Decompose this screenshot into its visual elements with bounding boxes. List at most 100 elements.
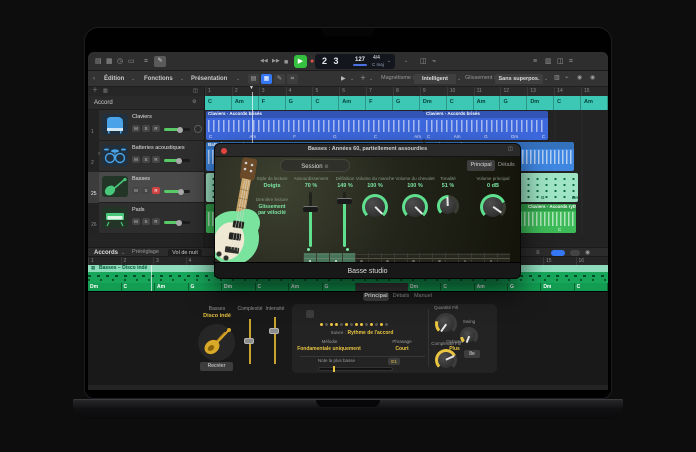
pencil-tool-button[interactable]: ✎ bbox=[154, 56, 166, 67]
chord-cell[interactable]: Dm bbox=[420, 96, 447, 110]
editor-mode-toggle2[interactable] bbox=[570, 250, 580, 256]
chord-cell[interactable]: G bbox=[508, 283, 541, 291]
chord-cell[interactable]: C bbox=[312, 96, 339, 110]
editor-chords-a[interactable]: DmCAmGDmCAmG bbox=[88, 283, 356, 291]
complexity-slider-knob[interactable] bbox=[244, 338, 254, 344]
chord-cell[interactable]: F bbox=[259, 96, 286, 110]
chord-cell[interactable]: G bbox=[323, 283, 357, 291]
record-enable-button[interactable]: R bbox=[152, 218, 160, 225]
vertical-zoom-icon[interactable]: ⌁ bbox=[565, 75, 569, 81]
view-regions-button[interactable]: ▤ bbox=[248, 74, 259, 84]
lcd-chevron-icon[interactable]: ⌄ bbox=[387, 59, 391, 64]
track-row-claviers[interactable]: 1 Claviers M S R bbox=[88, 110, 205, 141]
chord-cell[interactable]: Am bbox=[339, 96, 366, 110]
mute-button[interactable]: M bbox=[132, 187, 140, 194]
pan-knob[interactable] bbox=[194, 125, 202, 133]
lcd-mode-icon[interactable]: ⌄ bbox=[404, 59, 408, 64]
editor-chords-b[interactable]: DmCAmGDmC bbox=[408, 283, 608, 291]
preset-selector[interactable]: Session ⚙ bbox=[280, 159, 350, 172]
muting-slider[interactable] bbox=[309, 192, 312, 247]
chord-cell[interactable]: Dm bbox=[541, 283, 574, 291]
solo-button[interactable]: S bbox=[142, 187, 150, 194]
record-button[interactable]: ● bbox=[310, 58, 314, 65]
mute-button[interactable]: M bbox=[132, 156, 140, 163]
chord-cell[interactable]: Am bbox=[232, 96, 259, 110]
volume-knob[interactable] bbox=[178, 189, 184, 195]
neck-volume-knob[interactable] bbox=[362, 194, 388, 220]
back-button[interactable]: ‹ bbox=[93, 76, 95, 82]
lowest-note-slider[interactable] bbox=[318, 367, 393, 371]
intensity-slider-knob[interactable] bbox=[269, 328, 279, 334]
chord-cell[interactable]: Dm bbox=[408, 283, 441, 291]
gear-icon[interactable]: ⚙ bbox=[324, 164, 328, 170]
solo-button[interactable]: S bbox=[142, 218, 150, 225]
filter-tracks-icon[interactable]: ▥ bbox=[103, 89, 108, 94]
count-in-icon[interactable]: ◫ bbox=[420, 58, 427, 65]
editor-playhead[interactable] bbox=[151, 265, 152, 291]
chord-cell[interactable]: C bbox=[441, 283, 474, 291]
phrasing-select[interactable]: Court bbox=[382, 347, 422, 352]
smart-tab-manuel[interactable]: Manuel bbox=[413, 292, 433, 301]
chord-cell[interactable]: Am bbox=[581, 96, 608, 110]
play-button[interactable]: ▶ bbox=[294, 55, 307, 68]
region-claviers-1[interactable]: Claviers - Accords brisés CAmFGCAm bbox=[206, 111, 424, 140]
pattern-lock-button[interactable] bbox=[306, 310, 314, 318]
muting-slider-knob[interactable] bbox=[303, 206, 318, 212]
drag-select[interactable]: Sans superpos. bbox=[495, 74, 543, 84]
list-editors-icon[interactable]: ≡ bbox=[533, 58, 537, 65]
chord-cell[interactable]: Am bbox=[289, 283, 323, 291]
chord-cell[interactable]: Dm bbox=[88, 283, 122, 291]
zoom-slider-icon[interactable]: ◉ bbox=[577, 75, 582, 81]
chord-cell[interactable]: G bbox=[286, 96, 313, 110]
volume-knob[interactable] bbox=[177, 127, 183, 133]
bar-ruler[interactable]: 123456789101112131415 bbox=[205, 87, 608, 96]
chord-cell[interactable]: G bbox=[189, 283, 223, 291]
track-row-basses-selected[interactable]: 25 Basses M S R bbox=[88, 172, 205, 203]
track-row-pads[interactable]: 26 Pads M S R bbox=[88, 203, 205, 234]
solo-button[interactable]: S bbox=[142, 156, 150, 163]
follow-row[interactable]: Suivre : Rythme de l'accord bbox=[302, 330, 422, 336]
pointer-tool[interactable]: ▶ bbox=[341, 76, 346, 82]
tab-prereglage[interactable]: Préréglage bbox=[132, 250, 159, 256]
record-enable-button[interactable]: R bbox=[152, 156, 160, 163]
chord-cell[interactable]: G bbox=[500, 96, 527, 110]
chord-cell[interactable]: G bbox=[393, 96, 420, 110]
playhead-marker[interactable]: ▼ bbox=[249, 86, 254, 91]
chord-track[interactable]: CAmFGCAmFGDmCAmGDmCAm bbox=[205, 96, 608, 110]
chord-cell[interactable]: Dm bbox=[527, 96, 554, 110]
view-principal-tab[interactable]: Principal bbox=[467, 160, 495, 171]
notes-icon[interactable]: ▥ bbox=[545, 58, 552, 65]
fretboard-display[interactable] bbox=[303, 253, 510, 262]
chord-cell[interactable]: Am bbox=[155, 283, 189, 291]
chord-cell[interactable]: C bbox=[554, 96, 581, 110]
loop-browser-icon[interactable]: ◫ bbox=[557, 58, 564, 65]
tab-accords[interactable]: Accords bbox=[94, 250, 118, 256]
smart-tab-principal[interactable]: Principal bbox=[363, 292, 389, 301]
amp-icon[interactable]: ▤ bbox=[95, 58, 102, 65]
view-grid-button-active[interactable]: ▦ bbox=[261, 74, 272, 84]
media-browser-icon[interactable]: ⌗ bbox=[569, 58, 573, 65]
intensity-slider[interactable] bbox=[274, 317, 276, 364]
volume-knob[interactable] bbox=[176, 158, 182, 164]
chord-cell[interactable]: Am bbox=[474, 96, 501, 110]
disclosure-icon[interactable]: › bbox=[98, 151, 100, 157]
view-automation-button[interactable]: ✎ bbox=[274, 74, 285, 84]
keyboard-icon[interactable]: ▦ bbox=[106, 58, 113, 65]
master-volume-knob[interactable] bbox=[480, 194, 506, 220]
record-enable-button-armed[interactable]: R bbox=[152, 187, 160, 194]
melody-select[interactable]: Fondamentale uniquement bbox=[286, 347, 372, 352]
editor-knob-icon[interactable]: ◉ bbox=[585, 250, 590, 256]
volume-knob[interactable] bbox=[176, 220, 182, 226]
stop-button[interactable]: ■ bbox=[284, 59, 288, 66]
tone-knob[interactable] bbox=[437, 195, 459, 217]
mute-button[interactable]: M bbox=[132, 218, 140, 225]
zoom-slider2-icon[interactable]: ◉ bbox=[590, 75, 595, 81]
tab-vol-de-nuit[interactable]: Vol de nuit bbox=[168, 249, 202, 257]
chord-cell[interactable]: Am bbox=[475, 283, 508, 291]
secondary-tool[interactable]: ＋ bbox=[360, 76, 366, 82]
lcd-display[interactable]: 2 3 127 4/4 C maj ⌄ bbox=[315, 54, 395, 69]
rewind-button[interactable]: ◀◀ bbox=[260, 59, 268, 64]
definition-slider-knob[interactable] bbox=[337, 198, 352, 204]
plugin-window-bass-studio[interactable]: Basses : Années 60, partiellement assour… bbox=[215, 144, 520, 278]
track-row-batteries[interactable]: 2 › Batteries acoustiques M S R bbox=[88, 141, 205, 172]
